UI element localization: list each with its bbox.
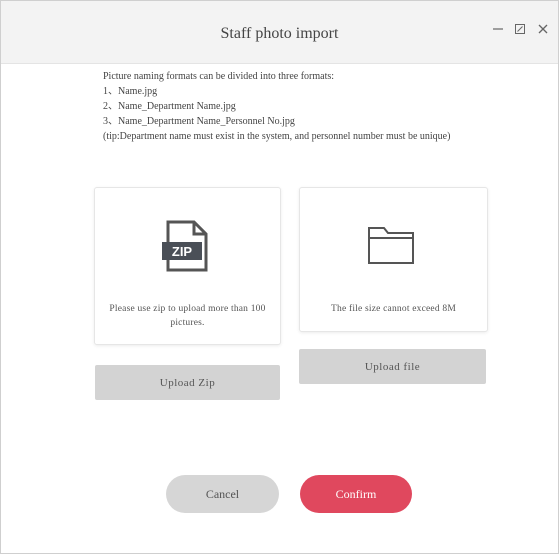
naming-rules: Picture naming formats can be divided in… <box>103 69 493 144</box>
file-hint: The file size cannot exceed 8M <box>331 304 456 314</box>
zip-badge-text: ZIP <box>172 244 193 259</box>
rule-format-2: 2、Name_Department Name.jpg <box>103 101 236 112</box>
rules-intro: Picture naming formats can be divided in… <box>103 71 335 82</box>
import-dialog: Staff photo import Picture naming format… <box>0 0 559 554</box>
upload-file-button[interactable]: Upload file <box>299 349 486 384</box>
upload-zip-button[interactable]: Upload Zip <box>95 365 280 400</box>
close-icon[interactable] <box>535 21 551 37</box>
zip-file-icon: ZIP <box>160 220 212 277</box>
zip-hint: Please use zip to upload more than 100 p… <box>109 304 266 328</box>
rule-format-3: 3、Name_Department Name_Personnel No.jpg <box>103 116 295 127</box>
zip-upload-card[interactable]: ZIP Please use zip to upload more than 1… <box>94 187 281 345</box>
minimize-icon[interactable] <box>490 21 506 37</box>
rules-tip: (tip:Department name must exist in the s… <box>103 131 451 142</box>
file-upload-card[interactable]: The file size cannot exceed 8M <box>299 187 488 332</box>
maximize-icon[interactable] <box>512 21 528 37</box>
rule-format-1: 1、Name.jpg <box>103 86 158 97</box>
cancel-button[interactable]: Cancel <box>166 475 279 513</box>
title-bar: Staff photo import <box>1 1 558 64</box>
dialog-title: Staff photo import <box>220 25 339 42</box>
confirm-button[interactable]: Confirm <box>300 475 412 513</box>
folder-icon <box>366 222 416 271</box>
